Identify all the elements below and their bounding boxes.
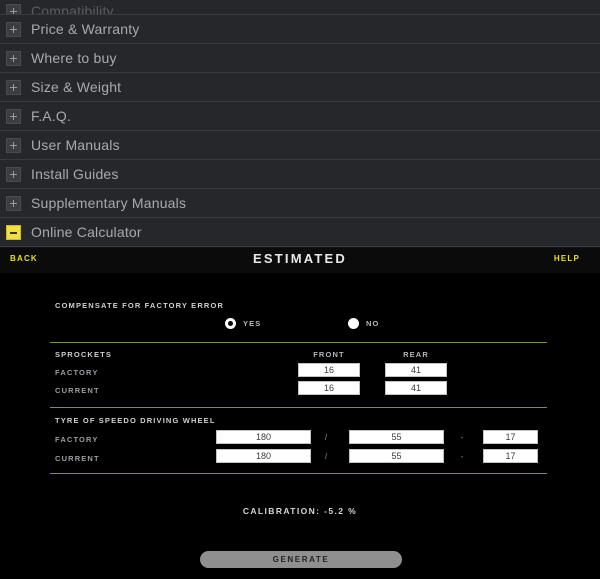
sprockets-section-label: Sprockets	[55, 350, 113, 359]
accordion-row-size-weight[interactable]: Size & Weight	[0, 73, 600, 102]
compensate-section-label: Compensate for factory error	[55, 301, 225, 310]
accordion-row-install-guides[interactable]: Install Guides	[0, 160, 600, 189]
sprocket-current-rear-input[interactable]	[385, 381, 447, 395]
divider-middle	[50, 407, 547, 408]
accordion-row-price-warranty[interactable]: Price & Warranty	[0, 15, 600, 44]
plus-icon[interactable]	[6, 21, 21, 37]
minus-icon[interactable]	[6, 224, 21, 240]
tyre-factory-aspect-input[interactable]	[349, 430, 444, 444]
calibration-result: Calibration: -5.2 %	[242, 506, 358, 516]
compensate-option-yes[interactable]: Yes	[225, 318, 261, 329]
tyre-section-label: Tyre of speedo driving wheel	[55, 416, 216, 425]
tyre-separator-dash: -	[460, 433, 464, 442]
compensate-option-yes-label: Yes	[243, 319, 262, 328]
accordion-label: Size & Weight	[31, 79, 122, 95]
accordion-label: Supplementary Manuals	[31, 195, 187, 211]
divider-top	[50, 342, 547, 343]
sprocket-current-front-input[interactable]	[298, 381, 360, 395]
sprockets-row-factory-label: Factory	[55, 368, 99, 377]
tyre-separator-slash: /	[324, 433, 328, 442]
tyre-current-rim-input[interactable]	[483, 449, 538, 463]
accordion-row-online-calculator[interactable]: Online Calculator	[0, 218, 600, 247]
accordion-row-compatibility[interactable]: Compatibility	[0, 0, 600, 15]
plus-icon[interactable]	[6, 108, 21, 124]
tyre-current-width-input[interactable]	[216, 449, 311, 463]
accordion-label: F.A.Q.	[31, 108, 72, 124]
compensate-option-no[interactable]: No	[348, 318, 379, 329]
accordion-label: Online Calculator	[31, 224, 142, 240]
sprocket-factory-rear-input[interactable]	[385, 363, 447, 377]
tyre-separator-slash-2: /	[324, 452, 328, 461]
tyre-row-current-label: Current	[55, 454, 100, 463]
plus-icon[interactable]	[6, 50, 21, 66]
tyre-current-aspect-input[interactable]	[349, 449, 444, 463]
tyre-separator-dash-2: -	[460, 452, 464, 461]
radio-unselected-icon[interactable]	[348, 318, 359, 329]
plus-icon[interactable]	[6, 79, 21, 95]
plus-icon[interactable]	[6, 195, 21, 211]
radio-selected-icon[interactable]	[225, 318, 236, 329]
accordion-label: User Manuals	[31, 137, 120, 153]
accordion-row-user-manuals[interactable]: User Manuals	[0, 131, 600, 160]
sprocket-factory-front-input[interactable]	[298, 363, 360, 377]
accordion-label: Compatibility	[31, 3, 114, 15]
sprockets-column-front: Front	[313, 350, 345, 359]
plus-icon[interactable]	[6, 4, 21, 14]
sprockets-row-current-label: Current	[55, 386, 100, 395]
calculator-body: Compensate for factory error Yes No Spro…	[0, 273, 600, 568]
tyre-factory-width-input[interactable]	[216, 430, 311, 444]
accordion-label: Price & Warranty	[31, 21, 140, 37]
page-title: Estimated	[253, 251, 347, 266]
calculator-header: Back Estimated Help	[0, 248, 600, 273]
accordion-row-where-to-buy[interactable]: Where to buy	[0, 44, 600, 73]
plus-icon[interactable]	[6, 137, 21, 153]
accordion-row-faq[interactable]: F.A.Q.	[0, 102, 600, 131]
accordion-row-supplementary-manuals[interactable]: Supplementary Manuals	[0, 189, 600, 218]
tyre-row-factory-label: Factory	[55, 435, 99, 444]
online-calculator-panel: Back Estimated Help Compensate for facto…	[0, 247, 600, 568]
plus-icon[interactable]	[6, 166, 21, 182]
divider-bottom	[50, 473, 547, 474]
accordion-label: Where to buy	[31, 50, 117, 66]
tyre-factory-rim-input[interactable]	[483, 430, 538, 444]
help-link[interactable]: Help	[554, 254, 580, 263]
compensate-option-no-label: No	[366, 319, 380, 328]
sprockets-column-rear: Rear	[403, 350, 429, 359]
accordion-label: Install Guides	[31, 166, 119, 182]
generate-button[interactable]: Generate	[200, 551, 402, 568]
product-accordion: Compatibility Price & Warranty Where to …	[0, 0, 600, 247]
